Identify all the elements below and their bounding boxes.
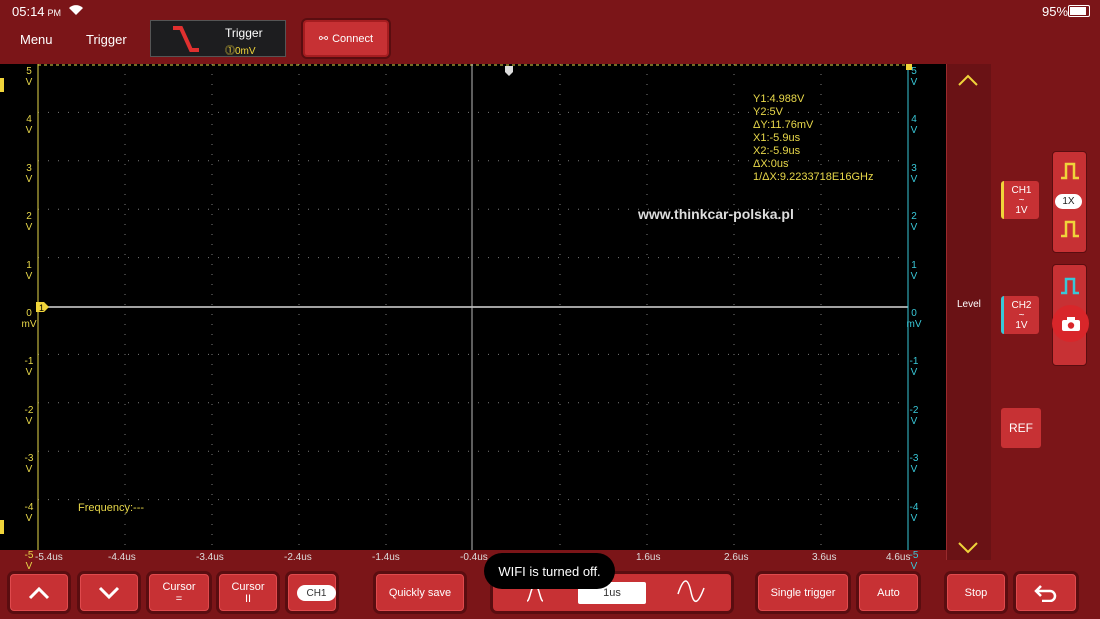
y-left-tick: 5V (25, 66, 33, 88)
cursor-readout-line: X2:-5.9us (753, 145, 801, 157)
vertical-cursor-button[interactable]: Cursor II (219, 574, 277, 611)
cursor-readout-line: Y2:5V (753, 106, 783, 118)
y-right-tick: 2V (910, 211, 918, 234)
trigger-level-icon: ⓵ (225, 46, 235, 57)
y-left-tick: -4 V (24, 501, 34, 524)
upper-level-handle[interactable] (0, 78, 4, 92)
trigger-status-chip[interactable]: Trigger ⓵0mV (150, 20, 286, 57)
level-panel (946, 64, 991, 560)
wave-wide-icon (677, 580, 705, 602)
x-tick-label: -4.4us (108, 552, 136, 563)
y-right-tick: -3 V (909, 453, 919, 476)
x-tick-label: -2.4us (284, 552, 312, 563)
ref-button[interactable]: REF (1001, 408, 1041, 448)
ch1-pulse-alt-icon (1061, 220, 1079, 238)
wifi-icon (69, 5, 83, 15)
y-left-tick: -1 V (24, 356, 34, 379)
battery-icon (1068, 5, 1090, 17)
chevron-up-icon (28, 586, 50, 599)
y-left-tick: -2 V (24, 404, 34, 427)
falling-edge-icon (173, 26, 199, 52)
y-right-tick: -2 V (909, 404, 919, 427)
y-right-tick: -4 V (909, 501, 919, 524)
timebase-increase-button[interactable] (676, 580, 706, 609)
scope-display[interactable]: 1 5 V 4 V 3 V 2 V 1 V 0 mV -1 V -2 V -3 V -4 V -5 V 5V4V3V2V1… (0, 64, 946, 572)
trigger-position-marker[interactable] (505, 66, 513, 76)
x-tick-label: -3.4us (196, 552, 224, 563)
trigger-level-value: ⓵0mV (225, 46, 256, 57)
link-off-icon: ⚯ (318, 33, 329, 45)
y-left-tick: 3V (25, 162, 33, 185)
menu-button[interactable]: Menu (20, 32, 53, 47)
camera-icon (1061, 316, 1080, 331)
trigger-menu-button[interactable]: Trigger (86, 32, 127, 47)
frequency-readout: Frequency:--- (78, 502, 145, 514)
y-right-tick: 0 mV (906, 308, 922, 330)
battery-percent: 95% (1042, 4, 1069, 19)
watermark: www.thinkcar-polska.pl (638, 206, 794, 222)
chevron-down-icon (98, 586, 120, 599)
horizontal-cursor-button[interactable]: Cursor = (149, 574, 209, 611)
x-tick-label: -5.4us (35, 552, 63, 563)
y-left-tick: 0 mV (21, 308, 37, 330)
cursor-readout-line: 1/ΔX:9.2233718E16GHz (753, 171, 874, 183)
wifi-off-toast: WIFI is turned off. (484, 553, 615, 589)
level-label: Level (957, 299, 981, 310)
single-trigger-button[interactable]: Single trigger (758, 574, 848, 611)
x-tick-label: 2.6us (724, 552, 749, 563)
ch2-pulse-icon (1061, 277, 1079, 295)
y-right-tick: 3V (910, 162, 918, 185)
y-left-tick: 1V (25, 259, 33, 282)
probe-ratio-pill[interactable]: 1X (1055, 194, 1082, 209)
status-bar: 05:14 PM 95% (0, 0, 1100, 22)
y-left-tick: 4V (25, 114, 33, 137)
level-up-icon[interactable] (957, 70, 979, 93)
cursor-readout-line: ΔY:11.76mV (753, 119, 814, 131)
cursor-readout-line: X1:-5.9us (753, 132, 801, 144)
level-down-icon[interactable] (957, 538, 979, 561)
y-right-tick: 4V (910, 114, 918, 137)
ch1-settings-button[interactable]: CH1 ~ 1V (1001, 181, 1039, 219)
x-tick-label: 1.6us (636, 552, 661, 563)
ch1-pulse-icon (1061, 162, 1079, 180)
screenshot-camera-button[interactable] (1052, 305, 1089, 342)
y-right-tick: -1 V (909, 356, 919, 379)
y-right-tick: 5V (910, 66, 918, 88)
trigger-chip-title: Trigger (225, 26, 263, 40)
lower-level-handle[interactable] (0, 520, 4, 534)
connect-button[interactable]: ⚯ Connect (303, 20, 389, 57)
stop-button[interactable]: Stop (947, 574, 1005, 611)
x-tick-label: -1.4us (372, 552, 400, 563)
clock: 05:14 PM (12, 4, 62, 19)
y-left-tick: -3 V (24, 453, 34, 476)
cursor-readout: Y1:4.988V Y2:5V ΔY:11.76mV X1:-5.9us X2:-5.9… (753, 93, 873, 184)
y-left-tick: 2V (25, 211, 33, 234)
scroll-down-button[interactable] (80, 574, 138, 611)
cursor-readout-line: Y1:4.988V (753, 93, 805, 105)
cursor-readout-line: ΔX:0us (753, 158, 789, 170)
auto-button[interactable]: Auto (859, 574, 918, 611)
x-tick-label: 3.6us (812, 552, 837, 563)
x-tick-label: 4.6us (886, 552, 911, 563)
back-button[interactable] (1016, 574, 1076, 611)
x-tick-label: -0.4us (460, 552, 488, 563)
scroll-up-button[interactable] (10, 574, 68, 611)
quick-save-button[interactable]: Quickly save (376, 574, 464, 611)
y-right-tick: 1V (910, 259, 918, 282)
ch1-marker-label: 1 (39, 303, 44, 313)
back-arrow-icon (1034, 584, 1057, 602)
channel-toggle-pill[interactable]: CH1 (297, 585, 336, 601)
ch2-settings-button[interactable]: CH2 ~ 1V (1001, 296, 1039, 334)
